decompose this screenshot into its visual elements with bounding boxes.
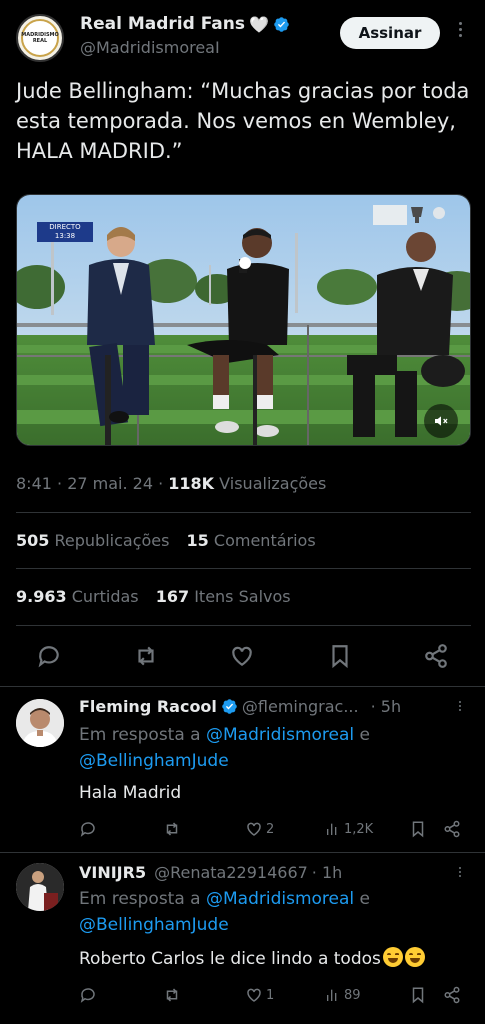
like-button[interactable]: 1 [245,985,274,1005]
saves-label: Itens Salvos [194,587,291,606]
reply-action-bar: 1 89 [79,985,469,1005]
repost-icon[interactable] [163,985,181,1005]
divider [16,625,471,626]
like-count: 2 [266,821,275,837]
reply-avatar[interactable] [16,699,64,747]
divider [16,512,471,513]
reply-icon[interactable] [35,642,63,670]
repost-icon[interactable] [163,819,181,839]
more-icon[interactable] [455,22,465,42]
post-action-bar [0,640,485,672]
author-handle[interactable]: @MadridismoreaI [80,38,220,57]
post-header: MADRIDISMO REAL Real Madrid Fans 🤍 @Madr… [0,0,485,70]
reply-author-handle[interactable]: @flemingrac... [242,697,359,716]
comments-stat[interactable]: 15 Comentários [187,531,316,550]
mention-link[interactable]: @Madridismoreal [206,889,354,909]
reply-icon[interactable] [79,819,97,839]
share-icon[interactable] [443,985,461,1005]
views-icon [327,823,337,835]
mention-link[interactable]: @BellinghamJude [79,751,229,771]
reposts-stat[interactable]: 505 Republicações [16,531,169,550]
reply-author-handle[interactable]: @Renata22914667 [154,863,308,882]
views-button[interactable]: 89 [325,985,361,1005]
follow-button[interactable]: Assinar [340,17,440,49]
like-icon[interactable] [228,642,256,670]
author-name-text: Real Madrid Fans [80,14,246,34]
likes-stat[interactable]: 9.963 Curtidas [16,587,139,606]
reply-context-line1: Em resposta a @Madridismoreal e [79,725,370,745]
reply-context-line2: @BellinghamJude [79,915,229,935]
reply-author-name[interactable]: VINIJR5 [79,863,146,882]
reply-avatar[interactable] [16,863,64,911]
bookmark-icon[interactable] [409,819,427,839]
share-icon[interactable] [422,642,450,670]
reply-context-line2: @BellinghamJude [79,751,229,771]
post-timestamp[interactable]: 8:41 · 27 mai. 24 · 118K Visualizações [16,474,326,493]
comments-label: Comentários [213,531,316,550]
reply-text-content: Roberto Carlos le dice lindo a todos [79,949,381,969]
reply-icon[interactable] [79,985,97,1005]
saves-stat[interactable]: 167 Itens Salvos [156,587,291,606]
reply-age: · 5h [370,697,402,716]
grin-sweat-emoji [382,947,403,967]
post-date: 27 mai. 24 [67,474,154,493]
reposts-label: Republicações [54,531,170,550]
live-time: 13:38 [54,232,76,240]
like-icon [247,822,261,836]
post-text: Jude Bellingham: “Muchas gracias por tod… [16,79,470,163]
like-count: 1 [266,987,275,1003]
comments-count: 15 [186,531,209,550]
views-count: 118K [168,474,215,493]
live-label: DIRECTO [49,223,81,231]
like-icon [247,988,261,1002]
author-avatar[interactable]: MADRIDISMO REAL [16,14,64,62]
reply-age: · 1h [311,863,343,882]
reply-context-line1: Em resposta a @Madridismoreal e [79,889,370,909]
stats-row-likes: 9.963 Curtidas 167 Itens Salvos [16,587,291,606]
reply-text: Roberto Carlos le dice lindo a todos [79,947,425,969]
mention-link[interactable]: @BellinghamJude [79,915,229,935]
verified-badge-icon [222,699,237,714]
reply-prefix: Em resposta a [79,889,201,909]
more-icon[interactable] [455,701,465,715]
views-label: Visualizações [219,474,327,493]
reply-header: VINIJR5 @Renata22914667 · 1h [79,863,342,882]
reply-author-name[interactable]: Fleming Racool [79,697,217,716]
reply-text: Hala Madrid [79,783,182,803]
saves-count: 167 [155,587,190,606]
reply-conjunction: e [359,889,371,909]
bookmark-icon[interactable] [409,985,427,1005]
heart-emoji: 🤍 [249,14,269,34]
views-count: 1,2K [344,821,374,837]
bookmark-icon[interactable] [326,642,354,670]
reply-header: Fleming Racool @flemingrac... · 5h [79,697,401,716]
reply-conjunction: e [359,725,371,745]
crest-logo: MADRIDISMO REAL [21,19,59,57]
likes-count: 9.963 [16,587,67,606]
verified-badge-icon [274,16,289,32]
likes-label: Curtidas [71,587,139,606]
post-time: 8:41 [16,474,52,493]
mention-link[interactable]: @Madridismoreal [206,725,354,745]
author-name[interactable]: Real Madrid Fans 🤍 [80,14,290,34]
divider [16,568,471,569]
post-video[interactable]: DIRECTO 13:38 [16,194,471,446]
reply-action-bar: 2 1,2K [79,819,469,839]
views-icon [327,989,337,1001]
views-count: 89 [344,987,361,1003]
live-badge: DIRECTO 13:38 [37,222,93,242]
repost-icon[interactable] [132,642,160,670]
reply-item[interactable]: VINIJR5 @Renata22914667 · 1h Em resposta… [0,853,485,1024]
mute-icon[interactable] [424,404,458,438]
avatar-text-bottom: REAL [32,38,48,44]
stats-row-reposts: 505 Republicações 15 Comentários [16,531,316,550]
grin-sweat-emoji [404,947,425,967]
reply-item[interactable]: Fleming Racool @flemingrac... · 5h Em re… [0,687,485,852]
reposts-count: 505 [16,531,50,550]
share-icon[interactable] [443,819,461,839]
views-button[interactable]: 1,2K [325,819,373,839]
reply-prefix: Em resposta a [79,725,201,745]
more-icon[interactable] [455,867,465,881]
like-button[interactable]: 2 [245,819,274,839]
